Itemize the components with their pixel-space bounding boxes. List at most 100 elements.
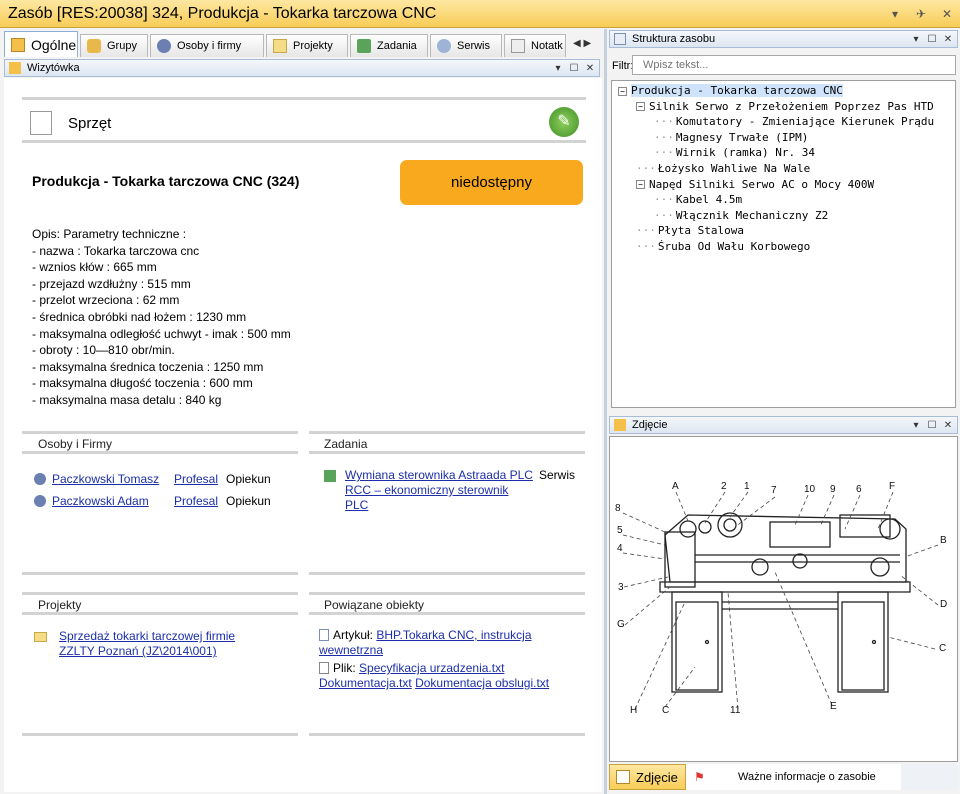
tree-node-label: Produkcja - Tokarka tarczowa CNC xyxy=(631,84,843,97)
title-bar: Zasób [RES:20038] 324, Produkcja - Tokar… xyxy=(0,0,960,28)
bottom-tabs: Zdjęcie ⚑ Ważne informacje o zasobie xyxy=(609,764,958,790)
file-link[interactable]: Dokumentacja.txt xyxy=(319,676,412,690)
collapse-icon[interactable]: − xyxy=(636,180,645,190)
groups-icon xyxy=(87,39,101,53)
tree-node[interactable]: ··· Komutatory - Zmieniające Kierunek Prą… xyxy=(654,115,934,128)
tab-projects[interactable]: Projekty xyxy=(266,34,348,57)
task-link[interactable]: Wymiana sterownika Astraada PLC RCC – ek… xyxy=(345,468,535,513)
dropdown-icon[interactable]: ▾ xyxy=(551,63,565,74)
description-line: - wznios kłów : 665 mm xyxy=(32,260,157,275)
structure-tree: − Produkcja - Tokarka tarczowa CNC − Silnik… xyxy=(611,80,956,408)
card-icon xyxy=(9,62,21,74)
panel-title: Struktura zasobu xyxy=(632,33,716,45)
description-line: - obroty : 10—810 obr/min. xyxy=(32,343,175,358)
tree-node[interactable]: ··· Kabel 4.5m xyxy=(654,193,742,206)
tree-node[interactable]: ··· Włącznik Mechaniczny Z2 xyxy=(654,209,828,222)
tree-connector: ··· xyxy=(636,240,656,253)
callout-label: H xyxy=(630,705,637,716)
callout-label: 2 xyxy=(721,481,727,492)
dropdown-icon[interactable]: ▾ xyxy=(909,420,923,431)
pin-icon[interactable]: ✈ xyxy=(908,7,934,21)
tab-label: Projekty xyxy=(293,40,333,52)
tab-groups[interactable]: Grupy xyxy=(80,34,148,57)
dropdown-icon[interactable]: ▾ xyxy=(882,7,908,21)
lathe-drawing: A 2 1 7 10 9 6 F 8 5 4 B 3 D G C H C 11 E xyxy=(615,481,947,716)
company-link[interactable]: Profesal xyxy=(174,472,226,486)
description-line: Opis: Parametry techniczne : xyxy=(32,227,187,241)
tree-connector: ··· xyxy=(636,162,656,175)
callout-label: B xyxy=(940,535,947,546)
callout-label: A xyxy=(672,481,679,492)
callout-label: 8 xyxy=(615,503,621,514)
maximize-icon[interactable]: ☐ xyxy=(925,34,939,45)
file-link[interactable]: Specyfikacja urzadzenia.txt xyxy=(359,661,504,675)
dropdown-icon[interactable]: ▾ xyxy=(909,34,923,45)
tree-node[interactable]: ··· Magnesy Trwałe (IPM) xyxy=(654,131,808,144)
maximize-icon[interactable]: ☐ xyxy=(567,63,581,74)
collapse-icon[interactable]: − xyxy=(618,86,627,96)
folder-icon xyxy=(273,39,287,53)
tree-node-label: Komutatory - Zmieniające Kierunek Prądu xyxy=(675,115,935,129)
callout-label: 4 xyxy=(617,543,623,554)
tree-node[interactable]: − Produkcja - Tokarka tarczowa CNC xyxy=(618,84,843,97)
tab-scroll-arrows[interactable]: ◀ ▶ xyxy=(573,38,591,49)
related-list: Artykuł: BHP.Tokarka CNC, instrukcja wew… xyxy=(319,628,589,691)
callout-label: D xyxy=(940,599,947,610)
tree-node[interactable]: ··· Śruba Od Wału Korbowego xyxy=(636,240,810,253)
structure-icon xyxy=(614,33,626,45)
tree-node[interactable]: − Silnik Serwo z Przełożeniem Poprzez Pas… xyxy=(636,100,934,113)
close-icon[interactable]: ✕ xyxy=(583,63,597,74)
tree-connector: ··· xyxy=(636,224,656,238)
tree-connector: ··· xyxy=(654,146,674,160)
resource-name: Produkcja - Tokarka tarczowa CNC (324) xyxy=(32,173,300,189)
tab-service[interactable]: Serwis xyxy=(430,34,502,57)
maximize-icon[interactable]: ☐ xyxy=(925,420,939,431)
edit-icon[interactable]: ✎ xyxy=(549,107,579,137)
tree-node[interactable]: ··· Płyta Stalowa xyxy=(636,224,744,237)
tab-label: Serwis xyxy=(457,40,491,52)
person-link[interactable]: Paczkowski Tomasz xyxy=(52,472,174,486)
task-icon xyxy=(357,39,371,53)
panel-title: Zdjęcie xyxy=(632,419,668,431)
tree-node[interactable]: − Napęd Silniki Serwo AC o Mocy 400W xyxy=(636,178,874,191)
tree-node-label: Napęd Silniki Serwo AC o Mocy 400W xyxy=(649,177,875,191)
filter-input[interactable] xyxy=(632,55,956,75)
tab-people[interactable]: Osoby i firmy xyxy=(150,34,264,57)
callout-label: 7 xyxy=(771,485,777,496)
callout-label: C xyxy=(662,705,669,716)
tab-label: Ważne informacje o zasobie xyxy=(738,771,876,783)
role-label: Opiekun xyxy=(226,472,271,486)
description: Opis: Parametry techniczne : - nazwa : To… xyxy=(32,226,291,409)
structure-panel-header: Struktura zasobu ▾ ☐ ✕ xyxy=(609,30,958,48)
tree-node[interactable]: ··· Wirnik (ramka) Nr. 34 xyxy=(654,146,815,159)
company-link[interactable]: Profesal xyxy=(174,494,226,508)
tab-notes[interactable]: Notatk xyxy=(504,34,566,57)
window-title: Zasób [RES:20038] 324, Produkcja - Tokar… xyxy=(8,4,437,22)
close-icon[interactable]: ✕ xyxy=(934,7,960,21)
task-icon xyxy=(324,470,336,482)
callout-label: 9 xyxy=(830,484,836,495)
close-icon[interactable]: ✕ xyxy=(941,420,955,431)
task-type: Serwis xyxy=(539,468,576,482)
splitter[interactable] xyxy=(604,29,607,794)
tree-connector: ··· xyxy=(654,193,674,207)
status-badge: niedostępny xyxy=(400,160,583,205)
tasks-section-title: Zadania xyxy=(324,437,368,451)
tree-node[interactable]: ··· Łożysko Wahliwe Na Wale xyxy=(636,162,810,175)
file-link[interactable]: Dokumentacja obslugi.txt xyxy=(415,676,549,690)
note-icon xyxy=(511,39,525,53)
collapse-icon[interactable]: − xyxy=(636,102,645,112)
project-link[interactable]: Sprzedaż tokarki tarczowej firmie ZZLTY … xyxy=(59,629,269,659)
file-icon xyxy=(319,662,329,674)
tree-node-label: Silnik Serwo z Przełożeniem Poprzez Pas … xyxy=(649,99,934,113)
person-link[interactable]: Paczkowski Adam xyxy=(52,494,174,508)
photo-icon xyxy=(616,770,630,784)
close-icon[interactable]: ✕ xyxy=(941,34,955,45)
tab-important-info[interactable]: ⚑ Ważne informacje o zasobie xyxy=(686,764,901,790)
tab-general[interactable]: Ogólne xyxy=(4,31,78,57)
tab-photo[interactable]: Zdjęcie xyxy=(609,764,686,790)
tab-strip: Ogólne Grupy Osoby i firmy Projekty Zada… xyxy=(4,31,604,57)
callout-label: 10 xyxy=(804,484,816,495)
person-icon xyxy=(34,473,46,485)
tab-tasks[interactable]: Zadania xyxy=(350,34,428,57)
